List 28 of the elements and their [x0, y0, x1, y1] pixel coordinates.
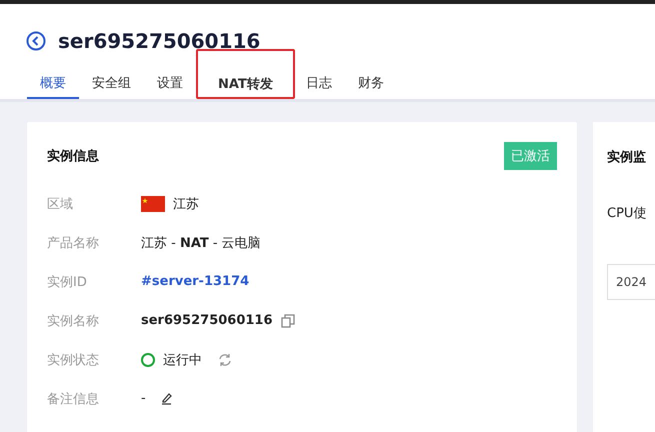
field-label: 实例状态: [47, 352, 100, 368]
card-title: 实例监: [607, 148, 647, 166]
field-label: 实例名称: [47, 312, 100, 330]
pencil-icon[interactable]: [160, 392, 173, 405]
tab[interactable]: 设置: [144, 69, 196, 99]
field-value: ser695275060116: [141, 313, 273, 328]
status-badge: 已激活: [504, 142, 557, 170]
back-icon[interactable]: [26, 31, 46, 51]
metric-label: CPU使: [607, 205, 648, 222]
copy-icon[interactable]: [280, 314, 295, 328]
tab[interactable]: 概要: [27, 69, 79, 99]
tab[interactable]: 财务: [344, 69, 397, 99]
refresh-icon[interactable]: [218, 352, 232, 366]
card-title: 实例信息: [47, 148, 99, 165]
flag-icon: [141, 196, 165, 212]
tab[interactable]: 日志: [292, 69, 345, 99]
field-value: 运行中: [163, 352, 202, 368]
field-label: 产品名称: [47, 234, 100, 252]
status-ring-icon: [141, 352, 155, 366]
field-label: 实例ID: [47, 274, 88, 290]
tab[interactable]: 安全组: [79, 69, 144, 99]
field-value: 江苏: [173, 196, 199, 212]
instance-id-link[interactable]: #server-13174: [141, 274, 250, 289]
field-label: 备注信息: [47, 390, 100, 408]
field-label: 区域: [47, 196, 74, 212]
field-value: 江苏 - NAT - 云电脑: [141, 234, 261, 252]
date-field[interactable]: 2024: [607, 264, 655, 300]
field-value: -: [141, 391, 146, 406]
